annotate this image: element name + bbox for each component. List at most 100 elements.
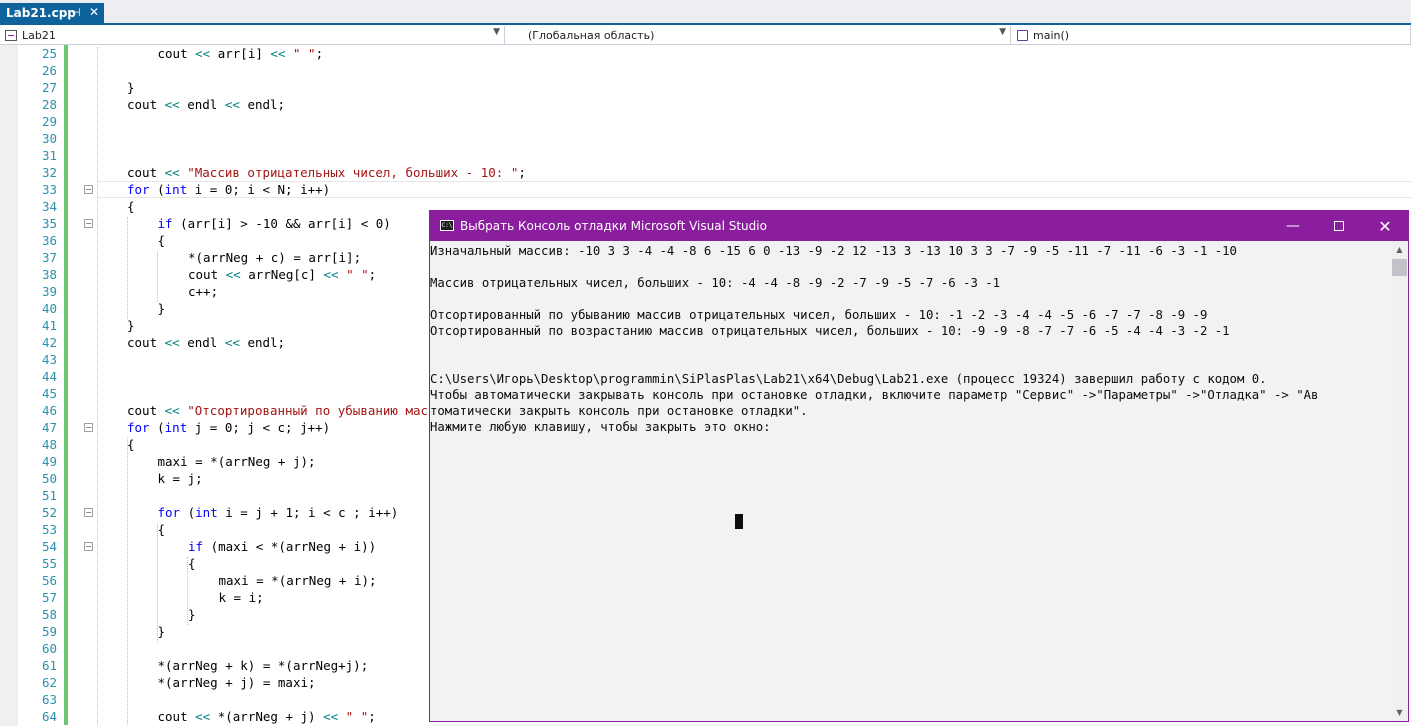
- code-text: {: [188, 555, 196, 572]
- change-indicator: [64, 181, 68, 198]
- change-indicator: [64, 385, 68, 402]
- collapse-icon[interactable]: −: [84, 219, 93, 228]
- line-number: 48: [41, 437, 57, 452]
- change-indicator: [64, 351, 68, 368]
- code-token: k = j;: [157, 471, 203, 486]
- code-line[interactable]: 29: [0, 113, 1411, 130]
- line-number: 47: [41, 420, 57, 435]
- line-number: 36: [41, 233, 57, 248]
- console-line: Отсортированный по убыванию массив отриц…: [430, 308, 1208, 322]
- line-number: 54: [41, 539, 57, 554]
- code-token: if: [157, 216, 173, 231]
- code-token: endl;: [239, 97, 286, 112]
- code-token: {: [157, 522, 166, 537]
- code-token: (: [180, 505, 196, 520]
- line-number: 44: [41, 369, 57, 384]
- code-text: c++;: [188, 283, 218, 300]
- code-token: j = 0; j < c; j++): [187, 420, 331, 435]
- scroll-up-arrow-icon[interactable]: ▲: [1391, 241, 1408, 258]
- indent-guide: [157, 251, 158, 302]
- scope-dropdown[interactable]: (Глобальная область) ▼: [508, 26, 1011, 44]
- code-token: <<: [224, 97, 240, 112]
- console-line: Массив отрицательных чисел, больших - 10…: [430, 276, 1001, 290]
- collapse-icon[interactable]: −: [84, 185, 93, 194]
- collapse-icon[interactable]: −: [84, 423, 93, 432]
- method-cube-icon: [1017, 29, 1028, 41]
- code-token: <<: [224, 335, 240, 350]
- code-text: cout << "Отсортированный по убыванию мас: [127, 402, 428, 419]
- line-number: 64: [41, 709, 57, 724]
- collapse-icon[interactable]: −: [84, 508, 93, 517]
- collapse-icon[interactable]: −: [84, 542, 93, 551]
- pin-icon[interactable]: ⊣: [71, 6, 81, 19]
- code-line[interactable]: 33 − for (int i = 0; i < N; i++): [0, 181, 1411, 198]
- code-token: <<: [164, 165, 180, 180]
- change-indicator: [64, 266, 68, 283]
- code-line[interactable]: 27}: [0, 79, 1411, 96]
- change-indicator: [64, 419, 68, 436]
- project-dropdown[interactable]: Lab21 ▼: [0, 26, 505, 44]
- line-number: 41: [41, 318, 57, 333]
- code-token: for: [127, 420, 150, 435]
- close-button[interactable]: ✕: [1362, 211, 1408, 241]
- console-line: C:\Users\Игорь\Desktop\programmin\SiPlas…: [430, 372, 1267, 386]
- line-number: 27: [41, 80, 57, 95]
- tab-lab21-cpp[interactable]: Lab21.cpp ⊣ ✕: [0, 3, 104, 23]
- code-text: k = j;: [158, 470, 203, 487]
- change-indicator: [64, 164, 68, 181]
- scrollbar-thumb[interactable]: [1392, 259, 1407, 276]
- code-token: "Отсортированный по убыванию мас: [179, 403, 429, 418]
- minimize-icon: —: [1286, 218, 1300, 234]
- code-text: }: [158, 300, 166, 317]
- change-indicator: [64, 589, 68, 606]
- code-text: {: [158, 521, 166, 538]
- line-number: 43: [41, 352, 57, 367]
- change-indicator: [64, 113, 68, 130]
- line-number: 49: [41, 454, 57, 469]
- code-token: {: [188, 556, 196, 571]
- change-indicator: [64, 198, 68, 215]
- code-line[interactable]: 28 cout << endl << endl;: [0, 96, 1411, 113]
- code-token: {: [127, 437, 135, 452]
- code-text: *(arrNeg + k) = *(arrNeg+j);: [158, 657, 369, 674]
- code-token: ;: [518, 165, 526, 180]
- code-text: cout << endl << endl;: [127, 96, 285, 113]
- close-icon[interactable]: ✕: [89, 5, 99, 19]
- code-text: }: [127, 317, 135, 334]
- code-line[interactable]: 32 cout << "Массив отрицательных чисел, б…: [0, 164, 1411, 181]
- document-tab-strip: Lab21.cpp ⊣ ✕: [0, 0, 1411, 25]
- code-token: " ": [285, 46, 316, 61]
- code-token: <<: [195, 46, 211, 61]
- code-line[interactable]: 31: [0, 147, 1411, 164]
- code-text: {: [158, 232, 166, 249]
- code-token: <<: [164, 97, 180, 112]
- chevron-down-icon: ▼: [999, 27, 1006, 37]
- code-text: }: [158, 623, 166, 640]
- code-line[interactable]: 30: [0, 130, 1411, 147]
- debug-console-window[interactable]: C:\ Выбрать Консоль отладки Microsoft Vi…: [429, 210, 1409, 722]
- change-indicator: [64, 79, 68, 96]
- console-output[interactable]: Изначальный массив: -10 3 3 -4 -4 -8 6 -…: [430, 241, 1391, 721]
- code-line[interactable]: 26: [0, 62, 1411, 79]
- line-number: 39: [41, 284, 57, 299]
- code-token: *(arrNeg + c) = arr[i];: [188, 250, 362, 265]
- line-number: 25: [41, 46, 57, 61]
- close-icon: ✕: [1378, 216, 1392, 236]
- scroll-down-arrow-icon[interactable]: ▼: [1391, 704, 1408, 721]
- code-token: cout: [127, 335, 165, 350]
- console-title-bar[interactable]: C:\ Выбрать Консоль отладки Microsoft Vi…: [430, 211, 1408, 241]
- function-dropdown[interactable]: main(): [1013, 26, 1411, 44]
- line-number: 59: [41, 624, 57, 639]
- code-token: i = j + 1; i < c ; i++): [217, 505, 399, 520]
- console-scrollbar[interactable]: ▲ ▼: [1391, 241, 1408, 721]
- maximize-button[interactable]: [1316, 211, 1362, 241]
- code-token: (maxi < *(arrNeg + i)): [203, 539, 377, 554]
- minimize-button[interactable]: —: [1270, 211, 1316, 241]
- code-token: <<: [164, 403, 180, 418]
- code-text: if (maxi < *(arrNeg + i)): [188, 538, 376, 555]
- change-indicator: [64, 453, 68, 470]
- change-indicator: [64, 572, 68, 589]
- code-line[interactable]: 25 cout << arr[i] << " ";: [0, 45, 1411, 62]
- change-indicator: [64, 708, 68, 725]
- code-text: cout << arrNeg[c] << " ";: [188, 266, 376, 283]
